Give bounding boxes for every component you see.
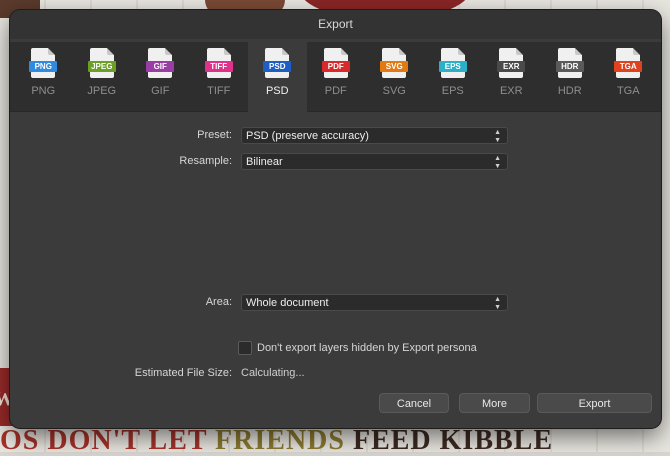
format-badge: TIFF — [204, 61, 233, 72]
psd-file-icon: PSD — [263, 48, 292, 78]
format-badge: EXR — [497, 61, 526, 72]
exr-file-icon: EXR — [497, 48, 526, 78]
format-tab-label: EPS — [441, 85, 464, 97]
resample-select[interactable]: Bilinear ▲ ▼ — [241, 153, 508, 170]
format-tab-label: PNG — [31, 85, 56, 97]
format-tab-label: GIF — [151, 85, 170, 97]
preset-select[interactable]: PSD (preserve accuracy) ▲ ▼ — [241, 127, 508, 144]
file-corner-fold — [106, 48, 114, 55]
file-size-label: Estimated File Size: — [134, 367, 232, 379]
format-tab-png[interactable]: PNG PNG — [14, 42, 73, 112]
resample-label: Resample: — [179, 155, 232, 167]
format-badge: JPEG — [87, 61, 116, 72]
format-tab-label: PSD — [265, 85, 289, 97]
svg-file-icon: SVG — [380, 48, 409, 78]
resample-select-value: Bilinear — [246, 156, 283, 168]
export-dialog: Export PNG PNG JPEG JPEG GIF GIF TIFF TIFF PSD PS… — [10, 10, 661, 428]
format-tab-label: TGA — [616, 85, 640, 97]
format-tab-gif[interactable]: GIF GIF — [131, 42, 190, 112]
format-tab-jpeg[interactable]: JPEG JPEG — [73, 42, 132, 112]
format-badge: PDF — [321, 61, 350, 72]
pdf-file-icon: PDF — [321, 48, 350, 78]
preset-select-value: PSD (preserve accuracy) — [246, 130, 369, 142]
gif-file-icon: GIF — [146, 48, 175, 78]
format-tab-tiff[interactable]: TIFF TIFF — [190, 42, 249, 112]
file-corner-fold — [340, 48, 348, 55]
format-tab-label: SVG — [382, 85, 406, 97]
format-tab-label: JPEG — [87, 85, 117, 97]
format-tab-tga[interactable]: TGA TGA — [599, 42, 658, 112]
format-tab-eps[interactable]: EPS EPS — [424, 42, 483, 112]
file-corner-fold — [516, 48, 524, 55]
format-tab-pdf[interactable]: PDF PDF — [307, 42, 366, 112]
format-tab-svg[interactable]: SVG SVG — [365, 42, 424, 112]
format-tab-label: EXR — [499, 85, 523, 97]
format-tab-exr[interactable]: EXR EXR — [482, 42, 541, 112]
file-corner-fold — [574, 48, 582, 55]
area-select-value: Whole document — [246, 297, 329, 309]
select-arrows-icon: ▲ ▼ — [494, 129, 501, 144]
format-tab-label: HDR — [557, 85, 582, 97]
hidden-layers-label: Don't export layers hidden by Export per… — [257, 342, 477, 354]
cancel-button[interactable]: Cancel — [379, 393, 449, 413]
jpeg-file-icon: JPEG — [87, 48, 116, 78]
file-size-value: Calculating... — [241, 367, 305, 379]
format-badge: PNG — [29, 61, 58, 72]
format-tab-strip: PNG PNG JPEG JPEG GIF GIF TIFF TIFF PSD PSD PDF PDF… — [10, 42, 661, 112]
file-corner-fold — [282, 48, 290, 55]
area-select[interactable]: Whole document ▲ ▼ — [241, 294, 508, 311]
file-corner-fold — [633, 48, 641, 55]
select-arrows-icon: ▲ ▼ — [494, 155, 501, 170]
format-tab-psd[interactable]: PSD PSD — [248, 42, 307, 112]
eps-file-icon: EPS — [438, 48, 467, 78]
preset-label: Preset: — [197, 129, 232, 141]
hidden-layers-checkbox[interactable] — [238, 341, 252, 355]
dialog-title: Export — [10, 10, 661, 39]
format-tab-label: TIFF — [207, 85, 231, 97]
format-badge: HDR — [555, 61, 584, 72]
select-arrows-icon: ▲ ▼ — [494, 296, 501, 311]
png-file-icon: PNG — [29, 48, 58, 78]
file-corner-fold — [457, 48, 465, 55]
format-tab-label: PDF — [324, 85, 347, 97]
more-button[interactable]: More — [459, 393, 530, 413]
file-corner-fold — [399, 48, 407, 55]
tga-file-icon: TGA — [614, 48, 643, 78]
export-button[interactable]: Export — [537, 393, 652, 413]
format-tab-hdr[interactable]: HDR HDR — [541, 42, 600, 112]
area-label: Area: — [205, 296, 232, 308]
format-badge: PSD — [263, 61, 292, 72]
file-corner-fold — [165, 48, 173, 55]
tiff-file-icon: TIFF — [204, 48, 233, 78]
format-badge: TGA — [614, 61, 643, 72]
hidden-layers-option: Don't export layers hidden by Export per… — [238, 341, 477, 355]
format-badge: SVG — [380, 61, 409, 72]
format-badge: GIF — [146, 61, 175, 72]
hdr-file-icon: HDR — [555, 48, 584, 78]
format-badge: EPS — [438, 61, 467, 72]
file-corner-fold — [223, 48, 231, 55]
file-corner-fold — [48, 48, 56, 55]
